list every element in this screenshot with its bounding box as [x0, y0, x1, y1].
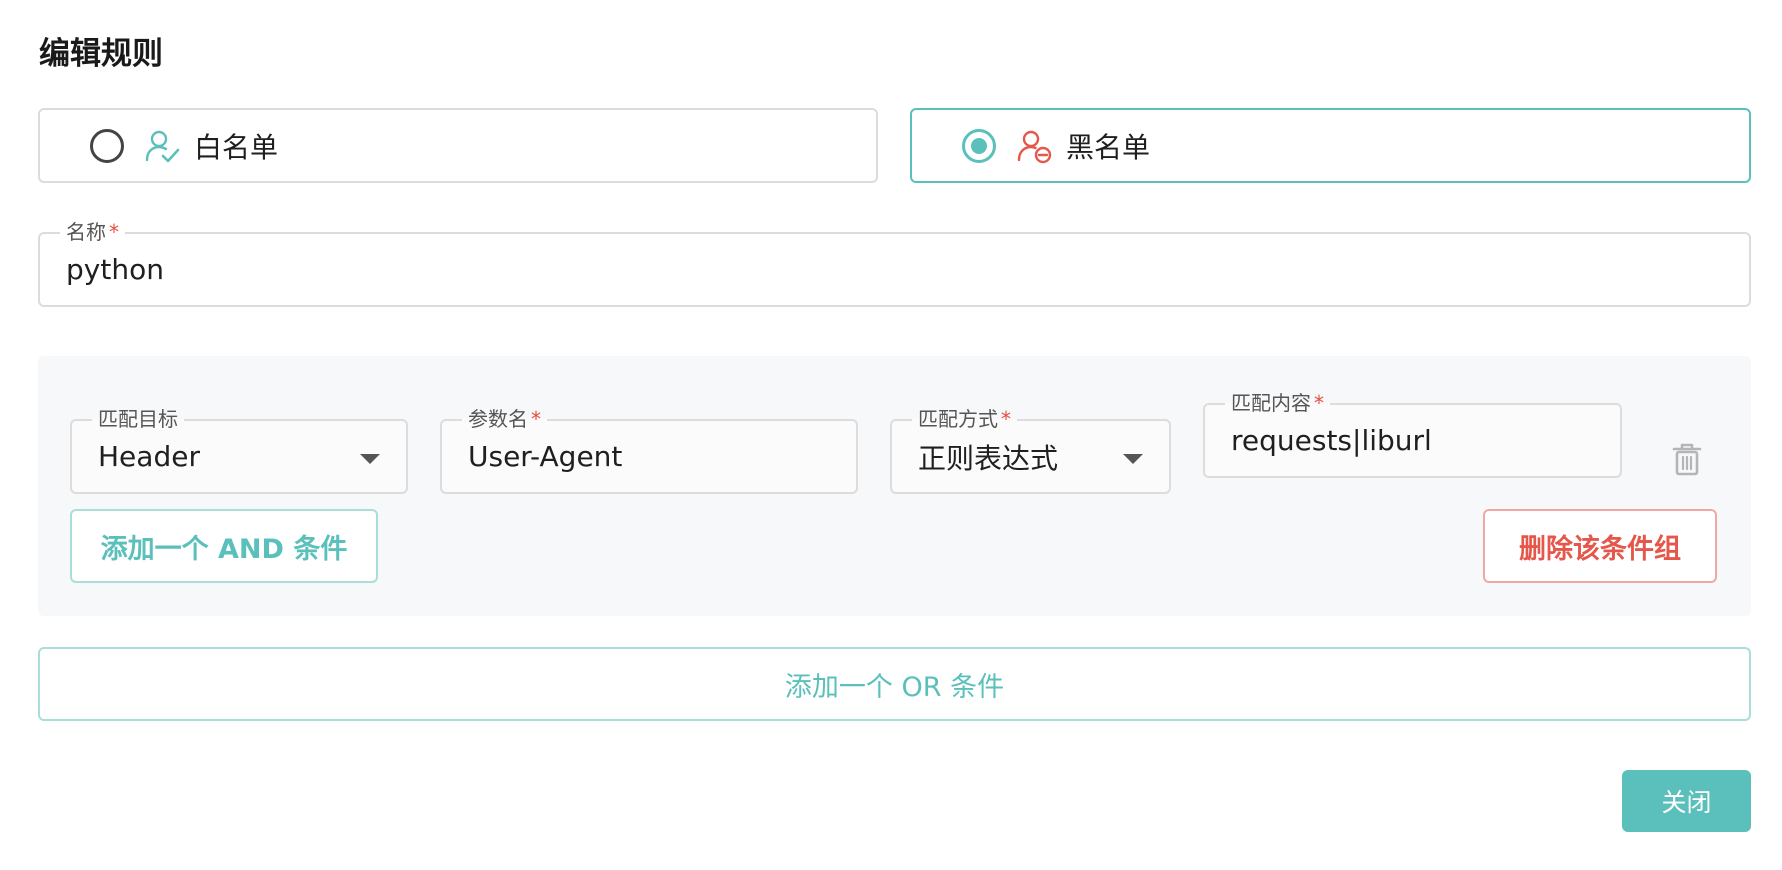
user-check-icon — [145, 130, 180, 162]
user-block-icon — [1017, 130, 1052, 163]
match-target-select[interactable]: 匹配目标 Header — [70, 406, 408, 494]
whitelist-label: 白名单 — [194, 130, 279, 164]
trash-icon[interactable] — [1670, 441, 1704, 477]
match-method-select[interactable]: 匹配方式 * 正则表达式 — [890, 406, 1171, 494]
match-content-input[interactable]: requests|liburl — [1231, 405, 1432, 476]
match-target-value: Header — [98, 440, 200, 473]
chevron-down-icon[interactable] — [360, 454, 380, 464]
close-button[interactable]: 关闭 — [1622, 770, 1751, 832]
whitelist-option[interactable]: 白名单 — [38, 108, 878, 183]
blacklist-option[interactable]: 黑名单 — [910, 108, 1751, 183]
delete-condition-group-button[interactable]: 删除该条件组 — [1483, 509, 1717, 583]
blacklist-label: 黑名单 — [1066, 130, 1151, 164]
edit-rule-dialog: 编辑规则 白名单 黑名单 名称 * python 匹配目标 Header 参数名 * — [0, 0, 1782, 870]
name-input[interactable]: python — [66, 234, 164, 305]
name-field[interactable]: 名称 * python — [38, 219, 1751, 307]
chevron-down-icon[interactable] — [1123, 454, 1143, 464]
param-name-field[interactable]: 参数名 * User-Agent — [440, 406, 858, 494]
match-content-field[interactable]: 匹配内容 * requests|liburl — [1203, 390, 1622, 478]
param-name-input[interactable]: User-Agent — [468, 421, 622, 492]
whitelist-radio[interactable] — [90, 128, 124, 163]
blacklist-radio[interactable] — [962, 128, 996, 163]
add-and-condition-button[interactable]: 添加一个 AND 条件 — [70, 509, 378, 583]
dialog-title: 编辑规则 — [39, 36, 163, 72]
add-or-condition-button[interactable]: 添加一个 OR 条件 — [38, 647, 1751, 721]
match-method-value: 正则表达式 — [918, 441, 1059, 475]
